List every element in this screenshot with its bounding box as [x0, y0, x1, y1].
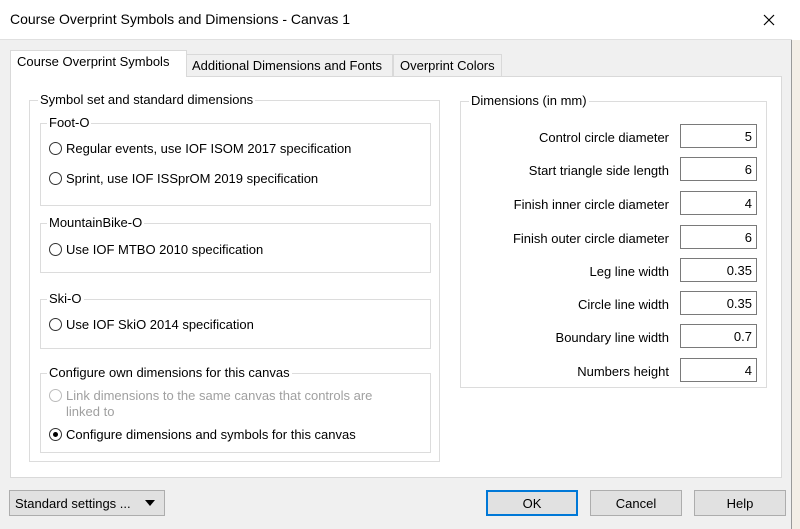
background-map-strip [792, 40, 800, 529]
radio-link-dimensions: Link dimensions to the same canvas that … [49, 388, 372, 420]
ski-o-group: Ski-O Use IOF SkiO 2014 specification [40, 291, 431, 349]
symbol-set-group: Symbol set and standard dimensions Foot-… [29, 92, 440, 462]
finish-inner-circle-input[interactable]: 4 [680, 191, 757, 215]
tab-panel: Symbol set and standard dimensions Foot-… [10, 76, 782, 478]
own-dimensions-group: Configure own dimensions for this canvas… [40, 365, 431, 453]
ski-o-legend: Ski-O [47, 291, 84, 307]
radio-label: Link dimensions to the same canvas that … [66, 388, 372, 420]
dim-label-leg-line: Leg line width [589, 264, 670, 279]
radio-button [49, 389, 62, 402]
radio-label: Sprint, use IOF ISSprOM 2019 specificati… [66, 171, 319, 186]
radio-button[interactable] [49, 428, 62, 441]
dialog: Course Overprint Symbols and Dimensions … [0, 0, 792, 529]
control-circle-diameter-input[interactable]: 5 [680, 124, 757, 148]
start-triangle-side-input[interactable]: 6 [680, 157, 757, 181]
finish-outer-circle-input[interactable]: 6 [680, 225, 757, 249]
dim-label-numbers-height: Numbers height [577, 364, 669, 379]
radio-button[interactable] [49, 318, 62, 331]
tab-additional-dimensions-and-fonts[interactable]: Additional Dimensions and Fonts [185, 54, 393, 76]
radio-mtbo-2010[interactable]: Use IOF MTBO 2010 specification [49, 242, 263, 257]
radio-configure-dimensions[interactable]: Configure dimensions and symbols for thi… [49, 427, 356, 442]
dim-label-finish-outer: Finish outer circle diameter [512, 231, 669, 246]
own-dimensions-legend: Configure own dimensions for this canvas [47, 365, 292, 381]
radio-label: Use IOF MTBO 2010 specification [66, 242, 264, 257]
leg-line-width-input[interactable]: 0.35 [680, 258, 757, 282]
close-button[interactable] [746, 0, 792, 39]
dim-label-start-triangle: Start triangle side length [528, 163, 669, 178]
radio-button[interactable] [49, 243, 62, 256]
dimensions-legend: Dimensions (in mm) [469, 93, 589, 109]
dim-label-control-circle: Control circle diameter [538, 130, 669, 145]
radio-label: Regular events, use IOF ISOM 2017 specif… [66, 141, 352, 156]
dim-label-boundary-line: Boundary line width [555, 330, 669, 345]
dim-label-circle-line: Circle line width [577, 297, 669, 312]
window-title: Course Overprint Symbols and Dimensions … [10, 11, 351, 27]
boundary-line-width-input[interactable]: 0.7 [680, 324, 757, 348]
radio-skio-2014[interactable]: Use IOF SkiO 2014 specification [49, 317, 254, 332]
ok-button[interactable]: OK [486, 490, 578, 516]
close-icon [763, 14, 775, 25]
mtb-o-group: MountainBike-O Use IOF MTBO 2010 specifi… [40, 215, 431, 273]
foot-o-legend: Foot-O [47, 115, 92, 131]
tab-course-overprint-symbols[interactable]: Course Overprint Symbols [10, 50, 187, 77]
radio-isom-2017[interactable]: Regular events, use IOF ISOM 2017 specif… [49, 141, 351, 156]
symbol-set-legend: Symbol set and standard dimensions [38, 92, 256, 108]
radio-issprom-2019[interactable]: Sprint, use IOF ISSprOM 2019 specificati… [49, 171, 318, 186]
foot-o-group: Foot-O Regular events, use IOF ISOM 2017… [40, 115, 431, 206]
tab-overprint-colors[interactable]: Overprint Colors [393, 54, 502, 76]
cancel-button[interactable]: Cancel [590, 490, 682, 516]
triangle-down-icon [145, 500, 155, 506]
circle-line-width-input[interactable]: 0.35 [680, 291, 757, 315]
title-bar: Course Overprint Symbols and Dimensions … [0, 0, 792, 40]
link-dimensions-line1: Link dimensions to the same canvas that … [66, 388, 373, 403]
standard-settings-label: Standard settings ... [15, 495, 131, 511]
mtb-o-legend: MountainBike-O [47, 215, 145, 231]
dim-label-finish-inner: Finish inner circle diameter [513, 197, 669, 212]
dimensions-group: Dimensions (in mm) Control circle diamet… [460, 93, 767, 388]
standard-settings-button[interactable]: Standard settings ... [9, 490, 165, 516]
radio-button[interactable] [49, 172, 62, 185]
link-dimensions-line2: linked to [66, 404, 115, 419]
help-button[interactable]: Help [694, 490, 786, 516]
radio-button[interactable] [49, 142, 62, 155]
numbers-height-input[interactable]: 4 [680, 358, 757, 382]
radio-label: Configure dimensions and symbols for thi… [66, 427, 356, 442]
radio-label: Use IOF SkiO 2014 specification [66, 317, 254, 332]
